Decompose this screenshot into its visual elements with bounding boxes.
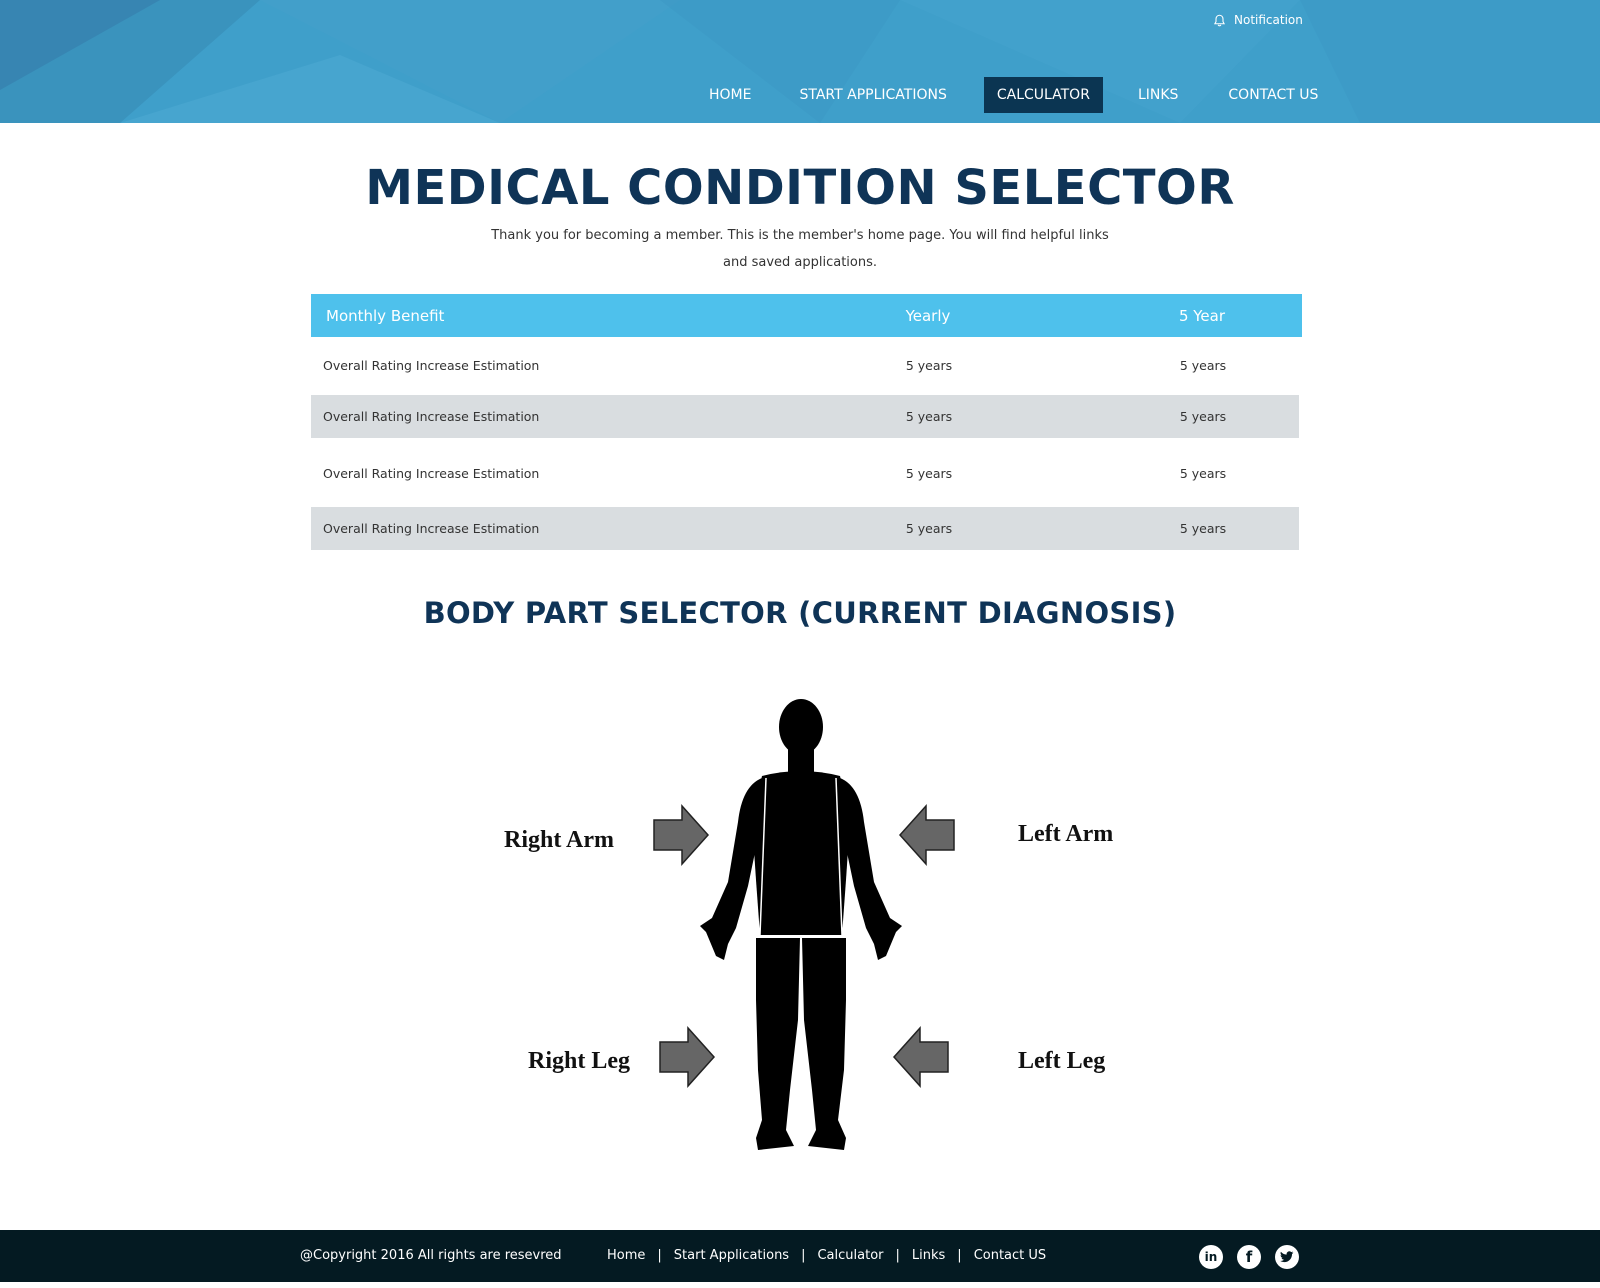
torso-outline-line: [835, 777, 843, 936]
left-leg-label[interactable]: Left Leg: [1018, 1048, 1105, 1075]
body-selector-title: BODY PART SELECTOR (CURRENT DIAGNOSIS): [423, 596, 1177, 630]
footer-separator: |: [657, 1248, 662, 1263]
nav-links[interactable]: LINKS: [1125, 77, 1191, 113]
table-row: Overall Rating Increase Estimation 5 yea…: [311, 446, 1302, 501]
twitter-icon[interactable]: [1275, 1245, 1299, 1269]
table-cell-5-year: 5 years: [1179, 357, 1227, 373]
nav-start-applications[interactable]: START APPLICATIONS: [786, 77, 959, 113]
table-cell-yearly: 5 years: [905, 357, 953, 373]
column-header-5-year: 5 Year: [1178, 306, 1226, 325]
intro-text: Thank you for becoming a member. This is…: [491, 228, 1109, 270]
table-cell-label: Overall Rating Increase Estimation: [323, 521, 540, 536]
left-arm-label[interactable]: Left Arm: [1018, 821, 1113, 848]
footer-link-contact-us[interactable]: Contact US: [974, 1230, 1046, 1282]
main-nav: HOME START APPLICATIONS CALCULATOR LINKS…: [696, 77, 1331, 113]
table-row: Overall Rating Increase Estimation 5 yea…: [311, 507, 1299, 550]
site-header: Notification HOME START APPLICATIONS CAL…: [0, 0, 1600, 123]
column-header-yearly: Yearly: [905, 306, 951, 325]
footer-link-start-applications[interactable]: Start Applications: [674, 1230, 789, 1282]
footer-link-links[interactable]: Links: [912, 1230, 945, 1282]
table-cell-yearly: 5 years: [905, 521, 953, 536]
table-cell-yearly: 5 years: [905, 409, 953, 424]
linkedin-icon[interactable]: in: [1199, 1245, 1223, 1269]
footer-separator: |: [801, 1248, 806, 1263]
left-arm-arrow-icon[interactable]: [898, 804, 955, 866]
left-leg-arrow-icon[interactable]: [892, 1026, 949, 1088]
table-header-row: Monthly Benefit Yearly 5 Year: [311, 294, 1302, 337]
notification-link[interactable]: Notification: [1213, 12, 1303, 28]
right-leg-arrow-icon[interactable]: [659, 1026, 716, 1088]
right-arm-label[interactable]: Right Arm: [504, 827, 614, 854]
table-cell-5-year: 5 years: [1179, 466, 1227, 481]
footer-link-home[interactable]: Home: [607, 1230, 645, 1282]
nav-contact-us[interactable]: CONTACT US: [1215, 77, 1331, 113]
notification-label: Notification: [1234, 13, 1303, 27]
nav-calculator[interactable]: CALCULATOR: [983, 77, 1103, 113]
right-leg-label[interactable]: Right Leg: [528, 1048, 630, 1075]
table-row: Overall Rating Increase Estimation 5 yea…: [311, 337, 1302, 393]
twitter-bird-glyph: [1280, 1251, 1294, 1263]
bell-icon: [1213, 14, 1226, 26]
footer-separator: |: [957, 1248, 962, 1263]
facebook-icon[interactable]: f: [1237, 1245, 1261, 1269]
footer-link-calculator[interactable]: Calculator: [817, 1230, 883, 1282]
facebook-glyph: f: [1245, 1248, 1253, 1266]
footer-separator: |: [895, 1248, 900, 1263]
torso-outline-line: [759, 777, 767, 936]
table-cell-label: Overall Rating Increase Estimation: [323, 466, 540, 481]
table-cell-yearly: 5 years: [905, 466, 953, 481]
page-title: MEDICAL CONDITION SELECTOR: [365, 160, 1235, 216]
table-cell-5-year: 5 years: [1179, 521, 1227, 536]
column-header-monthly-benefit: Monthly Benefit: [326, 306, 445, 325]
table-cell-label: Overall Rating Increase Estimation: [323, 409, 540, 424]
linkedin-glyph: in: [1204, 1250, 1218, 1264]
table-row: Overall Rating Increase Estimation 5 yea…: [311, 395, 1299, 438]
table-cell-5-year: 5 years: [1179, 409, 1227, 424]
table-cell-label: Overall Rating Increase Estimation: [323, 357, 540, 373]
footer-links: Home | Start Applications | Calculator |…: [607, 1230, 1046, 1282]
social-links: in f: [1199, 1245, 1299, 1269]
benefit-table: Monthly Benefit Yearly 5 Year Overall Ra…: [311, 294, 1302, 550]
nav-home[interactable]: HOME: [696, 77, 764, 113]
copyright-text: @Copyright 2016 All rights are resevred: [300, 1248, 562, 1263]
right-arm-arrow-icon[interactable]: [653, 804, 710, 866]
human-silhouette-icon: [700, 699, 902, 1150]
site-footer: @Copyright 2016 All rights are resevred …: [0, 1230, 1600, 1282]
